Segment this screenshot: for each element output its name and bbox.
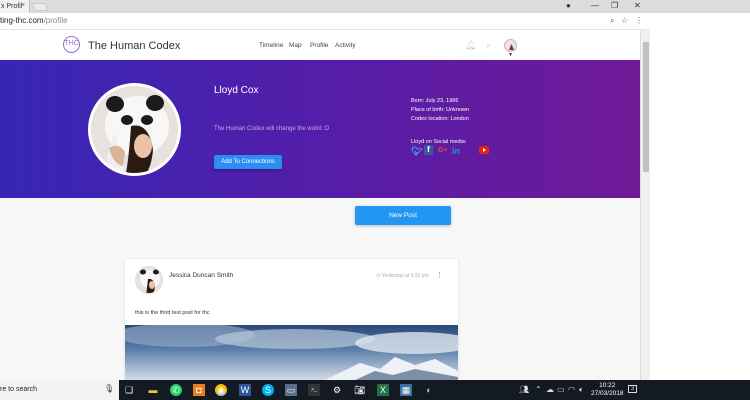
windows-taskbar: re to search 🎙︎ ❏ ▬ ✆ ◘ ◉ W S ▭ >_ ⚙ 📷︎ … (0, 380, 750, 400)
restore-icon[interactable]: ❐ (611, 1, 618, 10)
profile-born: Born: July 23, 1986 (411, 98, 459, 104)
zoom-icon[interactable]: ⌕ (610, 16, 614, 26)
user-avatar[interactable] (504, 39, 517, 52)
post-text: this is the third test post for thc (135, 310, 210, 316)
microphone-icon[interactable]: 🎙︎ (104, 384, 114, 393)
battery-icon[interactable]: ▭ (557, 385, 565, 394)
taskbar-clock[interactable]: 10:22 27/03/2018 (591, 382, 624, 398)
post-author-name[interactable]: Jessica Duncan Smith (169, 272, 233, 279)
excel-icon[interactable]: X (377, 384, 389, 396)
app-disc-icon[interactable]: ◐ (423, 384, 435, 396)
browser-tabstrip: x Profil × ● — ❐ ✕ (0, 0, 750, 13)
chrome-icon[interactable]: ◉ (215, 384, 227, 396)
url-path: /profile (43, 16, 68, 25)
nav-link-timeline[interactable]: Timeline (259, 42, 283, 49)
clock-icon: ◷ (376, 273, 381, 279)
clock-time: 10:22 (599, 382, 616, 389)
profile-tagline: The Human Codex will change the world :D (214, 126, 330, 132)
linkedin-icon[interactable]: in (452, 146, 460, 156)
browser-tab[interactable]: x Profil × (0, 0, 30, 13)
post-image[interactable] (125, 323, 458, 380)
thc-logo-icon[interactable]: THC (63, 36, 80, 53)
social-media-label: Lloyd on Social media: (411, 139, 467, 145)
onedrive-cloud-icon[interactable]: ☁ (546, 385, 554, 394)
address-bar[interactable]: ting-thc.com/profile ⌕ ☆ ⋮ (0, 13, 650, 30)
taskbar-search[interactable]: re to search 🎙︎ (0, 380, 119, 400)
nav-link-map[interactable]: Map (289, 42, 302, 49)
camera-icon[interactable]: 📷︎ (354, 384, 366, 396)
notification-center-icon[interactable]: 3 (628, 385, 638, 393)
post-time-text: Yesterday at 6:32 pm (381, 273, 429, 279)
user-menu-caret-icon[interactable]: ▼ (508, 52, 513, 58)
menu-kebab-icon[interactable]: ⋮ (635, 16, 643, 25)
terminal-icon[interactable]: >_ (308, 384, 320, 396)
profile-icon[interactable]: ● (566, 1, 571, 10)
file-explorer-icon[interactable]: ▬ (147, 384, 159, 396)
task-view-icon[interactable]: ❏ (123, 384, 135, 396)
brand-name[interactable]: The Human Codex (88, 40, 180, 52)
clock-date: 27/03/2018 (591, 390, 624, 397)
app-orange-icon[interactable]: ◘ (193, 384, 205, 396)
post-timestamp: ◷ Yesterday at 6:32 pm (376, 273, 429, 279)
page-scrollbar[interactable] (640, 30, 650, 380)
new-post-button[interactable]: New Post (355, 206, 451, 225)
post-card: Jessica Duncan Smith ◷ Yesterday at 6:32… (125, 259, 458, 380)
url-host: ting-thc.com (0, 16, 44, 25)
people-icon[interactable]: 👥︎ (519, 385, 529, 394)
nav-link-activity[interactable]: Activity (335, 42, 356, 49)
facebook-icon[interactable]: f (424, 145, 433, 155)
profile-avatar (88, 83, 181, 176)
app-window-icon[interactable]: ▭ (285, 384, 297, 396)
skype-icon[interactable]: S (262, 384, 274, 396)
bookmark-star-icon[interactable]: ☆ (621, 16, 628, 25)
new-tab-button[interactable] (31, 3, 49, 11)
url-field[interactable]: ting-thc.com/profile (0, 16, 68, 25)
close-icon[interactable]: ✕ (634, 1, 641, 10)
twitter-icon[interactable]: 🐦︎ (411, 146, 422, 157)
settings-gear-icon[interactable]: ⚙ (331, 384, 343, 396)
scrollbar-thumb[interactable] (643, 42, 649, 172)
post-options-icon[interactable]: ⋮ (436, 271, 443, 279)
google-plus-icon[interactable]: G+ (438, 147, 448, 154)
whatsapp-icon[interactable]: ✆ (170, 384, 182, 396)
tray-chevron-up-icon[interactable]: ⌃ (535, 385, 542, 394)
desktop-background (650, 13, 750, 380)
tab-close-icon[interactable]: × (21, 2, 25, 9)
profile-name: Lloyd Cox (214, 85, 259, 96)
youtube-icon[interactable] (479, 146, 489, 154)
app-blue-icon[interactable]: ▦ (400, 384, 412, 396)
post-author-avatar[interactable] (135, 266, 163, 294)
profile-header: Lloyd Cox The Human Codex will change th… (0, 60, 640, 198)
site-navbar: THC The Human Codex Timeline Map Profile… (0, 30, 640, 60)
wifi-icon[interactable]: ◠ (568, 385, 575, 394)
nav-link-profile[interactable]: Profile (310, 42, 328, 49)
profile-codex-location: Codex location: London (411, 116, 469, 122)
tab-title: x Profil (1, 3, 23, 10)
word-icon[interactable]: W (239, 384, 251, 396)
profile-place-of-birth: Place of birth: Unknown (411, 107, 470, 113)
add-to-connections-button[interactable]: Add To Connections (214, 155, 282, 169)
bell-icon[interactable]: 🔔︎ (465, 40, 476, 51)
minimize-icon[interactable]: — (591, 1, 599, 10)
search-icon[interactable]: ⌕ (486, 40, 491, 51)
volume-icon[interactable]: 🔈︎ (579, 385, 584, 395)
taskbar-search-text: re to search (0, 386, 37, 393)
